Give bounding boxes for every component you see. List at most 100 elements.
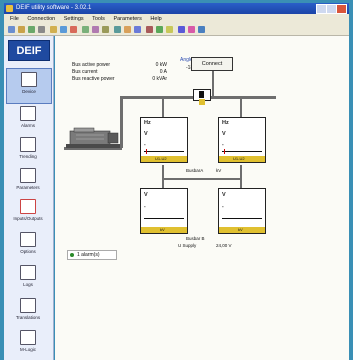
sidebar-item-trending[interactable]: Trending <box>6 137 50 159</box>
menu-tools[interactable]: Tools <box>92 16 105 22</box>
bus-active-power-value: 0 kW <box>155 62 167 68</box>
bus-footer-label: U1-U2 <box>233 156 245 161</box>
options-icon <box>20 232 36 247</box>
sidebar-item-label: Logs <box>23 282 33 287</box>
bus-measurements: Bus active power 0 kW Bus current 0 A Bu… <box>72 62 167 83</box>
connect-icon[interactable] <box>8 26 15 33</box>
busA-indicator-bar <box>144 218 184 219</box>
bus-reactive-power-label: Bus reactive power <box>72 76 115 82</box>
gen-red-marker <box>146 149 147 154</box>
busB-v-label: V <box>222 192 226 198</box>
busbar-b-label: Busbar B <box>186 236 205 241</box>
io-tool-icon[interactable] <box>146 26 153 33</box>
write-icon[interactable] <box>60 26 67 33</box>
gen-v-label: V <box>144 131 148 137</box>
bus-current-value: 0 A <box>159 69 167 75</box>
menu-parameters[interactable]: Parameters <box>113 16 141 22</box>
menu-help[interactable]: Help <box>150 16 161 22</box>
alarm-status[interactable]: 1 alarm(s) <box>67 250 117 260</box>
sidebar-item-label: M-Logic <box>19 347 36 352</box>
gen-indicator-bar <box>144 151 184 152</box>
trending-icon <box>20 137 36 152</box>
gen-meter-footer: U1-U2 <box>141 156 187 162</box>
translate-icon[interactable] <box>166 26 173 33</box>
option-tool-icon[interactable] <box>156 26 163 33</box>
help-icon[interactable] <box>198 26 205 33</box>
mlogic-icon <box>20 330 36 345</box>
supply-label: U Supply <box>178 243 197 248</box>
alarm-tool-icon[interactable] <box>124 26 131 33</box>
bus-value: - <box>222 142 224 148</box>
bus-feeder-line <box>240 96 242 118</box>
busB-value: - <box>222 204 224 210</box>
print-icon[interactable] <box>38 26 45 33</box>
bus-active-power-label: Bus active power <box>72 62 111 68</box>
window-title: DEIF utility software - 3.02.1 <box>16 5 92 11</box>
breaker-state-icon <box>199 91 204 98</box>
trend-icon[interactable] <box>114 26 121 33</box>
open-icon[interactable] <box>18 26 25 33</box>
save-icon[interactable] <box>28 26 35 33</box>
info-icon[interactable] <box>188 26 195 33</box>
busA-meter-footer: kV <box>141 227 187 233</box>
menu-settings[interactable]: Settings <box>64 16 84 22</box>
close-button[interactable] <box>336 4 347 14</box>
bus-indicator-bar <box>222 151 262 152</box>
log-icon[interactable] <box>134 26 141 33</box>
supply-value: 24,00 V <box>216 243 232 248</box>
breaker-indicator <box>199 99 205 105</box>
sidebar-item-label: Parameters <box>16 185 40 190</box>
translations-icon <box>20 298 36 313</box>
sidebar-item-label: Alarms <box>20 123 35 128</box>
gen-feeder-line <box>162 96 164 118</box>
busbar-middle <box>162 178 242 180</box>
busA-footer-label: kV <box>160 227 165 232</box>
settings-icon[interactable] <box>102 26 109 33</box>
engine-generator-icon <box>66 127 120 148</box>
generator-meter: Hz V - U1-U2 <box>140 117 188 163</box>
read-icon[interactable] <box>50 26 57 33</box>
sidebar-item-alarms[interactable]: Alarms <box>6 106 50 128</box>
sync-icon[interactable] <box>92 26 99 33</box>
bus-reactive-power-value: 0 kVAr <box>152 76 167 82</box>
sidebar-item-device[interactable]: Device <box>6 68 52 104</box>
menu-connection[interactable]: Connection <box>27 16 55 22</box>
busA-v-label: V <box>144 192 148 198</box>
io-icon <box>20 199 36 214</box>
busbar-b-meter: V - kV <box>218 188 266 234</box>
connect-feeder-line <box>212 71 214 97</box>
busbar-a-label: BusbarA <box>186 168 204 173</box>
menu-file[interactable]: File <box>10 16 19 22</box>
bus-hz-label: Hz <box>222 120 229 126</box>
app-icon <box>6 5 13 12</box>
connect-button[interactable]: Connect <box>191 57 233 71</box>
bus-meter: Hz V - U1-U2 <box>218 117 266 163</box>
bus-kv-label: kV <box>216 168 222 173</box>
gen-footer-label: U1-U2 <box>155 156 167 161</box>
bus-meter-footer: U1-U2 <box>219 156 265 162</box>
sidebar-item-parameters[interactable]: Parameters <box>6 168 50 190</box>
sidebar-item-label: Trending <box>19 154 37 159</box>
sidebar-item-options[interactable]: Options <box>6 232 50 254</box>
device-icon <box>21 72 37 87</box>
sidebar-item-inputs-outputs[interactable]: Inputs/Outputs <box>6 199 50 221</box>
sidebar-item-mlogic[interactable]: M-Logic <box>6 330 50 352</box>
sidebar-item-label: Inputs/Outputs <box>13 216 43 221</box>
refresh-icon[interactable] <box>82 26 89 33</box>
busB-indicator-bar <box>222 218 262 219</box>
title-bar: DEIF utility software - 3.02.1 <box>4 3 349 14</box>
toolbar <box>4 24 349 36</box>
menu-bar: File Connection Settings Tools Parameter… <box>4 14 349 24</box>
gen-hz-label: Hz <box>144 120 151 126</box>
sidebar-item-translations[interactable]: Translations <box>6 298 50 320</box>
busB-footer-label: kV <box>238 227 243 232</box>
sidebar-item-logs[interactable]: Logs <box>6 265 50 287</box>
stop-icon[interactable] <box>70 26 77 33</box>
mlogic-tool-icon[interactable] <box>178 26 185 33</box>
busA-value: - <box>144 204 146 210</box>
logs-icon <box>20 265 36 280</box>
alarm-icon <box>20 106 36 121</box>
busB-meter-footer: kV <box>219 227 265 233</box>
bus-red-marker <box>224 149 225 154</box>
alarm-status-text: 1 alarm(s) <box>77 252 100 258</box>
